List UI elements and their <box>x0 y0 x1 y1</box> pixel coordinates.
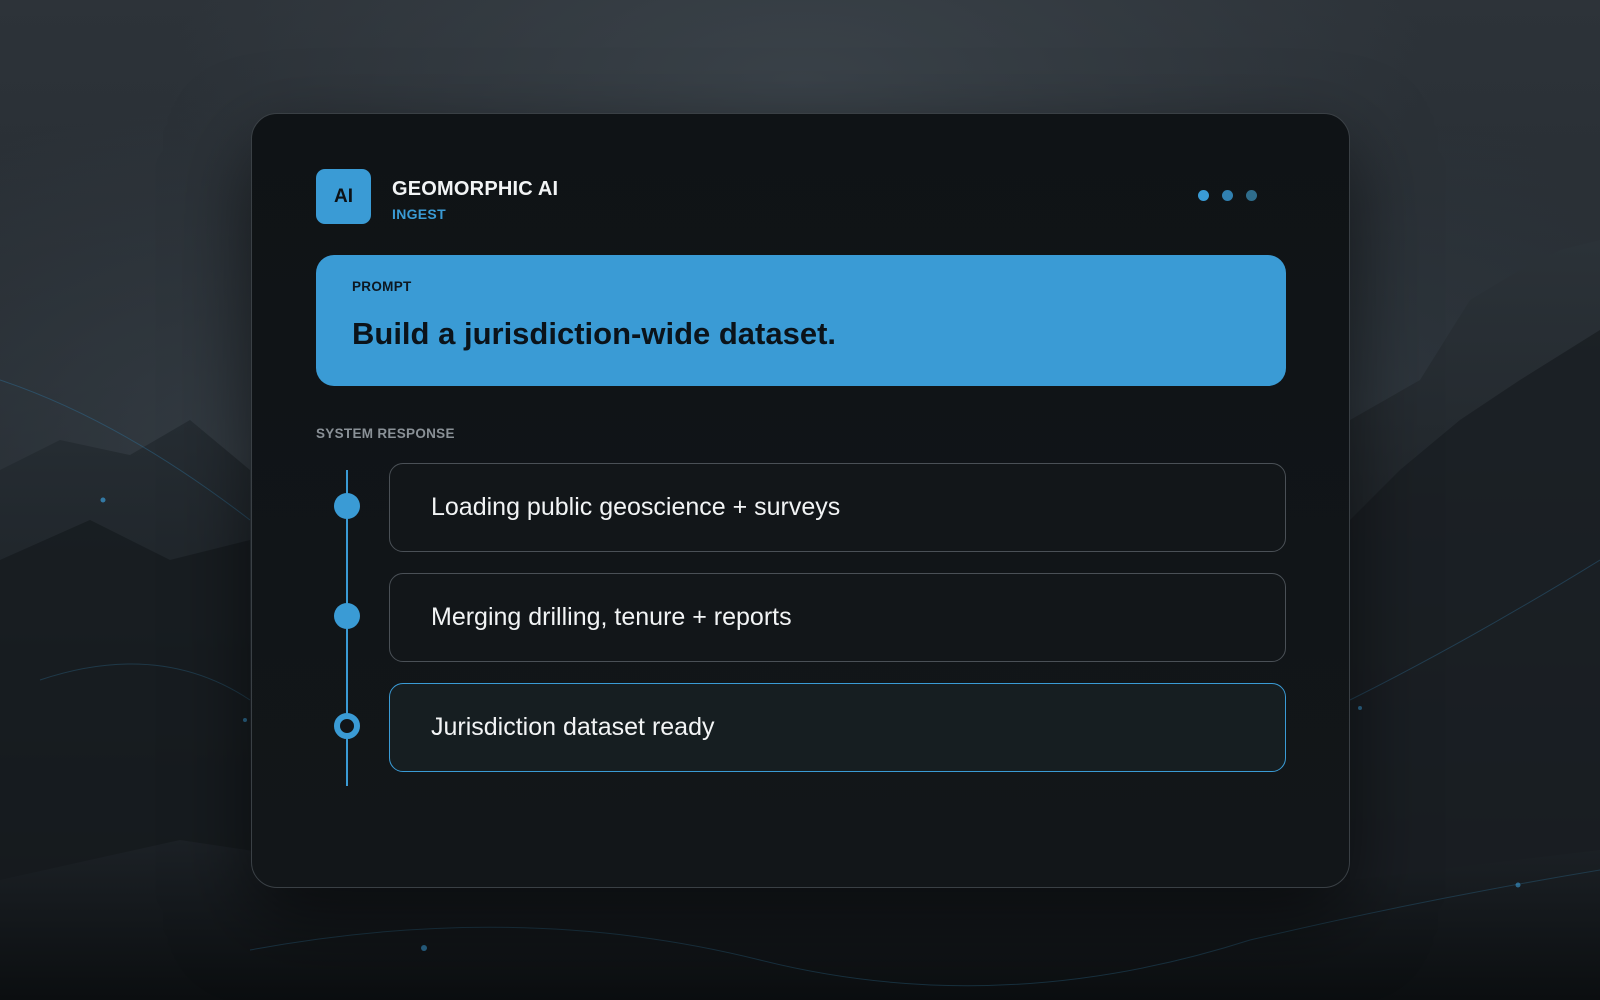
prompt-card: PROMPT Build a jurisdiction-wide dataset… <box>316 255 1286 386</box>
app-title: GEOMORPHIC AI <box>392 178 559 200</box>
dot-icon <box>1222 190 1233 201</box>
response-step: Loading public geoscience + surveys <box>389 463 1286 552</box>
step-complete-node-icon <box>334 603 360 629</box>
step-text: Loading public geoscience + surveys <box>431 493 841 521</box>
prompt-text: Build a jurisdiction-wide dataset. <box>352 316 837 351</box>
dot-icon <box>1246 190 1257 201</box>
system-response-label: SYSTEM RESPONSE <box>316 426 455 441</box>
response-step: Merging drilling, tenure + reports <box>389 573 1286 662</box>
step-complete-node-icon <box>334 493 360 519</box>
response-step-active: Jurisdiction dataset ready <box>389 683 1286 772</box>
dot-icon <box>1198 190 1209 201</box>
step-text: Jurisdiction dataset ready <box>431 713 715 741</box>
step-active-node-icon <box>334 713 360 739</box>
step-text: Merging drilling, tenure + reports <box>431 603 792 631</box>
ai-logo-badge: AI <box>316 169 371 224</box>
prompt-label: PROMPT <box>352 279 412 294</box>
ingest-panel: AI GEOMORPHIC AI INGEST PROMPT Build a j… <box>251 113 1350 888</box>
app-subtitle: INGEST <box>392 206 446 222</box>
window-dots <box>1198 190 1257 201</box>
